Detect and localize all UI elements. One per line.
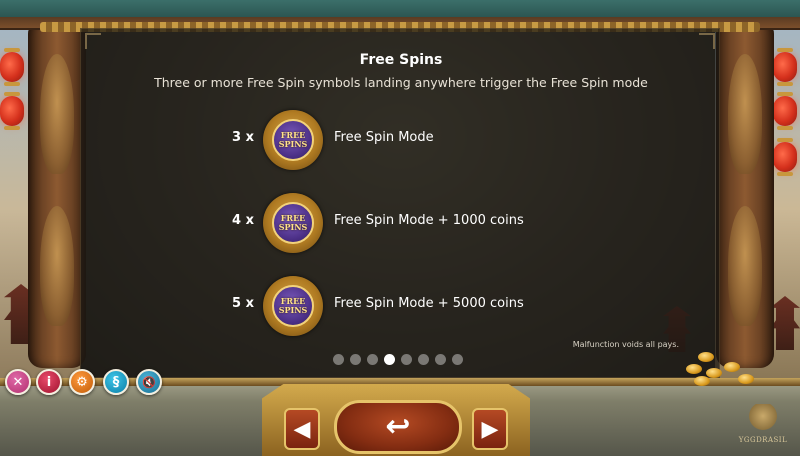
free-spins-symbol-face: FREE SPINS bbox=[272, 119, 314, 161]
free-spins-symbol-face: FREE SPINS bbox=[272, 285, 314, 327]
gear-icon: ⚙ bbox=[76, 374, 88, 390]
carp-carving-bottom-left bbox=[40, 206, 74, 326]
free-spins-symbol-text: FREE SPINS bbox=[278, 130, 308, 149]
symbol-count: 3 x bbox=[232, 130, 254, 145]
page-dot-4[interactable] bbox=[384, 354, 395, 365]
carp-carving-top-left bbox=[40, 54, 74, 174]
pillar-right bbox=[716, 20, 774, 368]
page-dot-6[interactable] bbox=[418, 354, 429, 365]
payout-row-5: 5 x FREE SPINS Free Spin Mode + 5000 coi… bbox=[81, 274, 721, 338]
page-indicator bbox=[333, 354, 463, 366]
payout-row-3: 3 x FREE SPINS Free Spin Mode bbox=[81, 108, 721, 172]
page-dot-2[interactable] bbox=[350, 354, 361, 365]
info-icon: i bbox=[46, 374, 52, 390]
free-spins-symbol-face: FREE SPINS bbox=[272, 202, 314, 244]
tree-logo-icon bbox=[749, 404, 777, 434]
carp-carving-top-right bbox=[728, 54, 762, 174]
payout-description: Free Spin Mode bbox=[334, 130, 434, 145]
coin bbox=[738, 374, 754, 384]
coin bbox=[686, 364, 702, 374]
game-rules-button[interactable]: § bbox=[103, 369, 129, 395]
section-icon: § bbox=[112, 374, 120, 390]
coin bbox=[706, 368, 722, 378]
page-title: Free Spins bbox=[359, 52, 443, 68]
lantern-left-2 bbox=[0, 92, 24, 130]
return-arrow-icon: ↩ bbox=[385, 409, 411, 444]
info-button[interactable]: i bbox=[36, 369, 62, 395]
temple-roof bbox=[0, 0, 800, 32]
logo-text: YGGDRASIL bbox=[738, 436, 788, 444]
paytable-panel: Free Spins Three or more Free Spin symbo… bbox=[80, 28, 720, 378]
panel-corner-ornament bbox=[699, 33, 715, 49]
arrow-left-icon: ◀ bbox=[293, 416, 311, 442]
coin bbox=[698, 352, 714, 362]
payout-row-4: 4 x FREE SPINS Free Spin Mode + 1000 coi… bbox=[81, 191, 721, 255]
symbol-count: 5 x bbox=[232, 296, 254, 311]
previous-page-button[interactable]: ◀ bbox=[284, 408, 320, 450]
page-dot-8[interactable] bbox=[452, 354, 463, 365]
page-dot-1[interactable] bbox=[333, 354, 344, 365]
page-dot-5[interactable] bbox=[401, 354, 412, 365]
free-spins-symbol-icon: FREE SPINS bbox=[263, 276, 323, 336]
pillar-left bbox=[28, 20, 86, 368]
arrow-right-icon: ▶ bbox=[481, 416, 499, 442]
malfunction-disclaimer: Malfunction voids all pays. bbox=[572, 340, 679, 349]
coin-pile-decoration bbox=[676, 350, 756, 386]
sound-toggle-button[interactable]: 🔇 bbox=[136, 369, 162, 395]
panel-corner-ornament bbox=[85, 33, 101, 49]
lantern-right-3 bbox=[773, 138, 797, 176]
carp-carving-bottom-right bbox=[728, 206, 762, 326]
settings-button[interactable]: ⚙ bbox=[69, 369, 95, 395]
next-page-button[interactable]: ▶ bbox=[472, 408, 508, 450]
payout-description: Free Spin Mode + 1000 coins bbox=[334, 213, 524, 228]
back-to-game-button[interactable]: ↩ bbox=[334, 400, 462, 454]
coin bbox=[724, 362, 740, 372]
speaker-muted-icon: 🔇 bbox=[142, 375, 156, 389]
lantern-left-1 bbox=[0, 48, 24, 86]
free-spins-symbol-icon: FREE SPINS bbox=[263, 193, 323, 253]
close-icon: ✕ bbox=[12, 374, 24, 390]
symbol-count: 4 x bbox=[232, 213, 254, 228]
yggdrasil-logo: YGGDRASIL bbox=[738, 404, 788, 454]
free-spins-symbol-text: FREE SPINS bbox=[278, 296, 308, 315]
coin bbox=[694, 376, 710, 386]
lantern-right-2 bbox=[773, 92, 797, 130]
payout-description: Free Spin Mode + 5000 coins bbox=[334, 296, 524, 311]
page-subtitle: Three or more Free Spin symbols landing … bbox=[154, 75, 648, 90]
page-dot-7[interactable] bbox=[435, 354, 446, 365]
close-button[interactable]: ✕ bbox=[5, 369, 31, 395]
free-spins-symbol-text: FREE SPINS bbox=[278, 213, 308, 232]
lantern-right-1 bbox=[773, 48, 797, 86]
page-dot-3[interactable] bbox=[367, 354, 378, 365]
free-spins-symbol-icon: FREE SPINS bbox=[263, 110, 323, 170]
